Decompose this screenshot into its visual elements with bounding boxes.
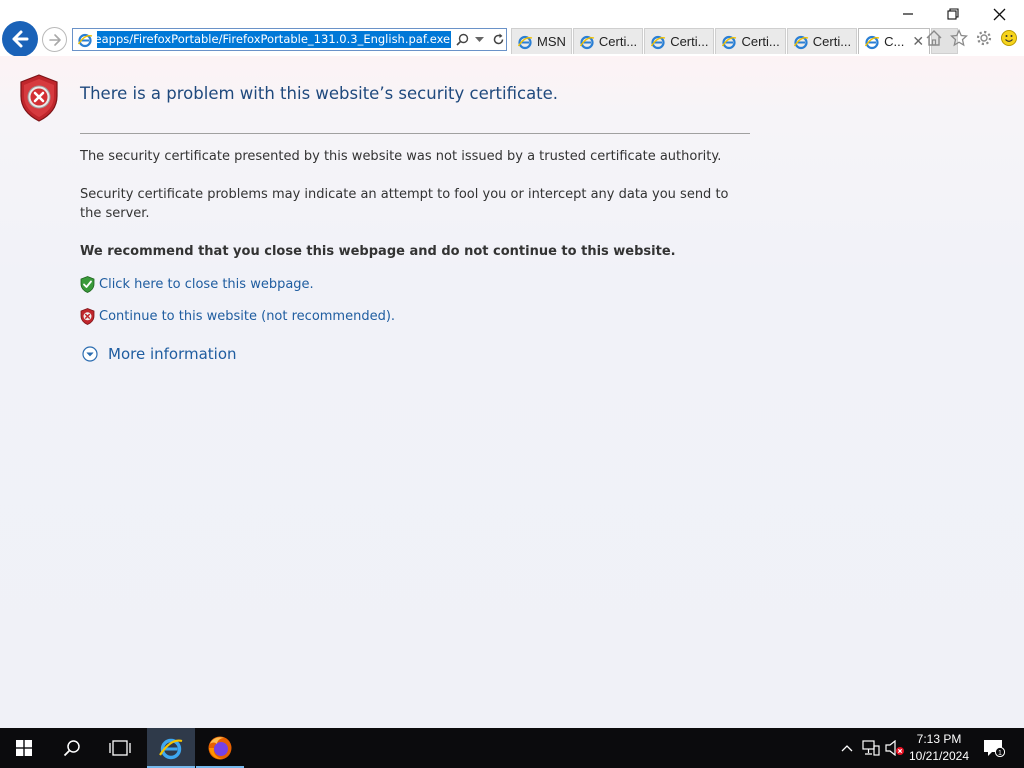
tools-button[interactable]: [974, 28, 993, 48]
page-title: There is a problem with this website’s s…: [80, 84, 559, 103]
network-icon: [862, 740, 880, 756]
tab-certificate[interactable]: Certi...: [644, 28, 715, 54]
search-button[interactable]: [48, 728, 96, 768]
tab-active[interactable]: C... ✕: [858, 28, 931, 54]
clock-date: 10/21/2024: [908, 749, 970, 763]
notification-icon: 1: [984, 740, 1005, 757]
error-description: The security certificate presented by th…: [80, 149, 722, 164]
network-button[interactable]: [860, 728, 882, 768]
tab-msn[interactable]: MSN: [511, 28, 572, 54]
ie-page-icon: [579, 35, 595, 49]
minimize-icon: [903, 13, 913, 15]
tab-label: Certi...: [741, 34, 780, 49]
search-icon: [456, 33, 468, 46]
close-webpage-row: Click here to close this webpage.: [80, 276, 314, 293]
volume-button[interactable]: [884, 728, 906, 768]
chevron-down-icon: [474, 36, 484, 42]
favorites-star-icon: [949, 29, 968, 47]
close-webpage-link[interactable]: Click here to close this webpage.: [99, 277, 314, 292]
feedback-smiley-icon: [1000, 30, 1017, 46]
tab-strip: MSN Certi... Certi... Certi... Certi... …: [511, 28, 959, 54]
close-tab-button[interactable]: ✕: [912, 33, 924, 50]
browser-toolbar: ortableapps/FirefoxPortable/FirefoxPorta…: [0, 0, 1024, 57]
task-view-button[interactable]: [96, 728, 144, 768]
task-view-icon: [109, 740, 131, 756]
restore-icon: [947, 8, 959, 20]
error-warning: Security certificate problems may indica…: [80, 187, 729, 221]
internet-explorer-icon: [159, 738, 183, 760]
taskbar-firefox[interactable]: [196, 728, 244, 768]
close-window-button[interactable]: [976, 2, 1022, 26]
error-shield-icon: [20, 74, 58, 122]
tab-certificate[interactable]: Certi...: [572, 28, 644, 54]
ie-page-icon: [722, 35, 737, 49]
taskbar-internet-explorer[interactable]: [147, 728, 195, 768]
minimize-button[interactable]: [885, 2, 931, 26]
ie-page-icon: [77, 33, 93, 47]
forward-button[interactable]: [42, 27, 67, 52]
recommendation-text: We recommend that you close this webpage…: [80, 244, 676, 259]
home-icon: [926, 30, 941, 46]
tab-label: Certi...: [812, 34, 852, 49]
divider: [80, 133, 750, 134]
restore-button[interactable]: [930, 2, 976, 26]
ie-page-icon: [793, 35, 808, 49]
start-button[interactable]: [0, 728, 48, 768]
more-information-toggle[interactable]: More information: [82, 345, 237, 363]
url-field[interactable]: ortableapps/FirefoxPortable/FirefoxPorta…: [97, 31, 452, 48]
refresh-button[interactable]: [490, 32, 506, 48]
volume-muted-icon: [885, 740, 904, 756]
favorites-button[interactable]: [949, 28, 968, 48]
ie-page-icon: [864, 35, 880, 49]
error-shield-icon: [80, 308, 95, 325]
continue-website-link[interactable]: Continue to this website (not recommende…: [99, 309, 395, 324]
taskbar: 7:13 PM 10/21/2024 1: [0, 728, 1024, 768]
safe-shield-icon: [80, 276, 95, 293]
refresh-icon: [493, 33, 503, 45]
clock-time: 7:13 PM: [916, 732, 962, 746]
ie-page-icon: [651, 35, 666, 49]
tab-certificate[interactable]: Certi...: [786, 28, 858, 54]
tools-gear-icon: [976, 30, 991, 46]
close-icon: [993, 8, 1005, 20]
command-icons: [924, 28, 1018, 48]
back-button[interactable]: [2, 21, 38, 57]
home-button[interactable]: [924, 28, 943, 48]
more-information-label: More information: [108, 345, 237, 363]
taskbar-clock[interactable]: 7:13 PM 10/21/2024: [905, 731, 973, 765]
tab-label: C...: [884, 34, 905, 49]
notification-count: 1: [998, 750, 1002, 757]
tab-certificate[interactable]: Certi...: [715, 28, 786, 54]
firefox-icon: [208, 736, 232, 760]
forward-arrow-icon: [48, 33, 61, 46]
back-arrow-icon: [12, 30, 29, 48]
search-icon: [63, 740, 80, 757]
action-center-button[interactable]: 1: [980, 728, 1008, 768]
tab-label: Certi...: [670, 34, 709, 49]
address-search-button[interactable]: [454, 32, 470, 48]
chevron-up-icon: [841, 745, 853, 752]
expand-chevron-icon: [82, 346, 98, 362]
show-hidden-icons-button[interactable]: [838, 728, 856, 768]
start-icon: [16, 740, 32, 756]
address-bar[interactable]: ortableapps/FirefoxPortable/FirefoxPorta…: [72, 28, 507, 51]
feedback-button[interactable]: [999, 28, 1018, 48]
tab-label: MSN: [537, 34, 566, 49]
tab-label: Certi...: [598, 34, 638, 49]
continue-website-row: Continue to this website (not recommende…: [80, 308, 395, 325]
ie-page-icon: [517, 35, 533, 49]
address-dropdown[interactable]: [471, 32, 487, 48]
certificate-error-page: There is a problem with this website’s s…: [0, 56, 1024, 728]
